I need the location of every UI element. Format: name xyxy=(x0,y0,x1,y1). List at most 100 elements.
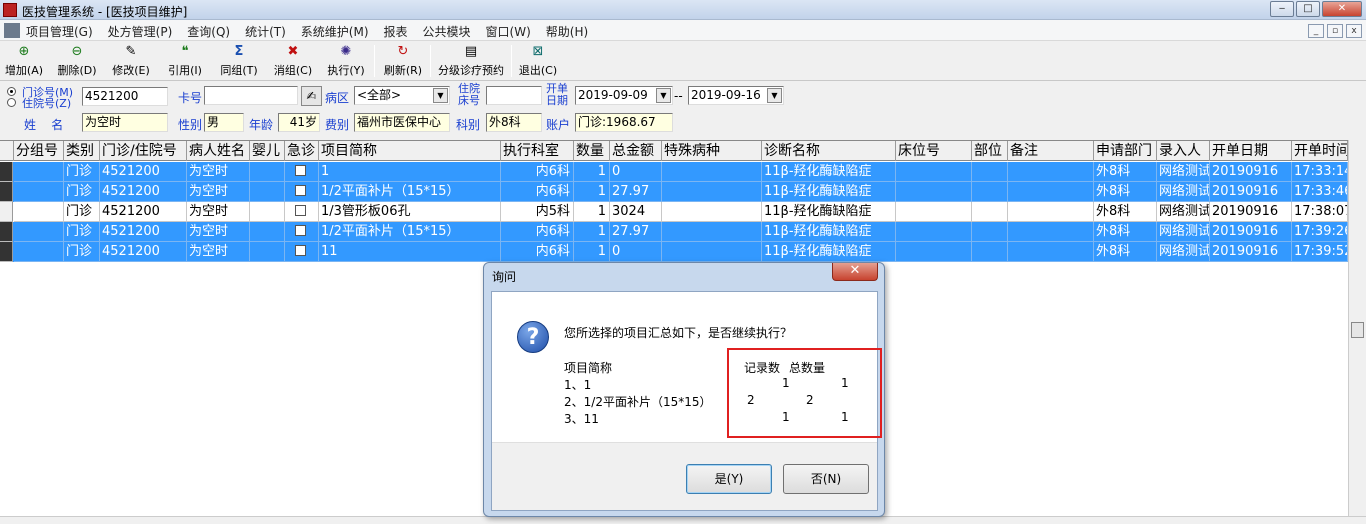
operator-cell[interactable]: 网络测试 xyxy=(1157,202,1210,222)
execute-button[interactable]: ✺ 执行(Y) xyxy=(323,44,369,78)
emergency-checkbox[interactable] xyxy=(295,165,306,176)
apply-dept-cell[interactable]: 外8科 xyxy=(1094,162,1157,182)
special-disease-cell[interactable] xyxy=(662,162,762,182)
infant-cell[interactable] xyxy=(250,182,285,202)
column-header[interactable]: 总金额 xyxy=(610,141,662,161)
quantity-cell[interactable]: 1 xyxy=(574,182,610,202)
quote-button[interactable]: ❝ 引用(I) xyxy=(162,44,208,78)
open-date-cell[interactable]: 20190916 xyxy=(1210,202,1292,222)
emergency-checkbox[interactable] xyxy=(295,185,306,196)
inpatient-radio[interactable] xyxy=(7,98,16,107)
group-no-cell[interactable] xyxy=(14,162,64,182)
bed-cell[interactable] xyxy=(896,162,972,182)
diagnosis-cell[interactable]: 11β-羟化酶缺陷症 xyxy=(762,222,896,242)
item-name-cell[interactable]: 11 xyxy=(319,242,501,262)
infant-cell[interactable] xyxy=(250,242,285,262)
operator-cell[interactable]: 网络测试 xyxy=(1157,222,1210,242)
menu-item-help[interactable]: 帮助(H) xyxy=(546,23,588,40)
menu-item-project[interactable]: 项目管理(G) xyxy=(26,23,93,40)
column-header[interactable]: 病人姓名 xyxy=(187,141,250,161)
patient-name-cell[interactable]: 为空时 xyxy=(187,242,250,262)
column-header[interactable]: 诊断名称 xyxy=(762,141,896,161)
date-from-picker[interactable]: 2019-09-09 ▼ xyxy=(575,86,673,105)
mdi-minimize-button[interactable]: _ xyxy=(1308,24,1324,38)
group-no-cell[interactable] xyxy=(14,182,64,202)
quantity-cell[interactable]: 1 xyxy=(574,242,610,262)
category-cell[interactable]: 门诊 xyxy=(64,162,100,182)
column-header[interactable]: 开单时间 xyxy=(1292,141,1348,161)
infant-cell[interactable] xyxy=(250,162,285,182)
open-date-cell[interactable]: 20190916 xyxy=(1210,162,1292,182)
menu-item-system[interactable]: 系统维护(M) xyxy=(301,23,369,40)
table-row[interactable]: 门诊 4521200 为空时 1/3管形板06孔 内5科 1 3024 11β-羟化酶缺陷症 外… xyxy=(0,202,1348,222)
patient-name-cell[interactable]: 为空时 xyxy=(187,222,250,242)
diagnosis-cell[interactable]: 11β-羟化酶缺陷症 xyxy=(762,242,896,262)
body-part-cell[interactable] xyxy=(972,162,1008,182)
item-name-cell[interactable]: 1 xyxy=(319,162,501,182)
quantity-cell[interactable]: 1 xyxy=(574,162,610,182)
category-cell[interactable]: 门诊 xyxy=(64,242,100,262)
bed-cell[interactable] xyxy=(896,182,972,202)
group-no-cell[interactable] xyxy=(14,242,64,262)
menu-item-report[interactable]: 报表 xyxy=(384,23,408,40)
row-indicator[interactable] xyxy=(0,202,13,222)
operator-cell[interactable]: 网络测试 xyxy=(1157,242,1210,262)
diagnosis-cell[interactable]: 11β-羟化酶缺陷症 xyxy=(762,202,896,222)
date-to-picker[interactable]: 2019-09-16 ▼ xyxy=(688,86,784,105)
emergency-cell[interactable] xyxy=(285,182,319,202)
open-date-cell[interactable]: 20190916 xyxy=(1210,222,1292,242)
item-name-cell[interactable]: 1/2平面补片（15*15） xyxy=(319,182,501,202)
infant-cell[interactable] xyxy=(250,222,285,242)
remark-cell[interactable] xyxy=(1008,162,1094,182)
category-cell[interactable]: 门诊 xyxy=(64,222,100,242)
exec-dept-cell[interactable]: 内6科 xyxy=(501,222,574,242)
ungroup-button[interactable]: ✖ 消组(C) xyxy=(270,44,316,78)
apply-dept-cell[interactable]: 外8科 xyxy=(1094,222,1157,242)
special-disease-cell[interactable] xyxy=(662,222,762,242)
column-header[interactable]: 执行科室 xyxy=(501,141,574,161)
group-no-cell[interactable] xyxy=(14,202,64,222)
item-name-cell[interactable]: 1/3管形板06孔 xyxy=(319,202,501,222)
item-name-cell[interactable]: 1/2平面补片（15*15） xyxy=(319,222,501,242)
column-header[interactable]: 录入人 xyxy=(1157,141,1210,161)
body-part-cell[interactable] xyxy=(972,182,1008,202)
open-time-cell[interactable]: 17:33:14 xyxy=(1292,162,1348,182)
amount-cell[interactable]: 3024 xyxy=(610,202,662,222)
open-time-cell[interactable]: 17:39:52 xyxy=(1292,242,1348,262)
table-row[interactable]: 门诊 4521200 为空时 11 内6科 1 0 11β-羟化酶缺陷症 外8科 网络测试 2019… xyxy=(0,242,1348,262)
special-disease-cell[interactable] xyxy=(662,202,762,222)
bed-cell[interactable] xyxy=(896,202,972,222)
exec-dept-cell[interactable]: 内6科 xyxy=(501,242,574,262)
patient-no-cell[interactable]: 4521200 xyxy=(100,202,187,222)
dialog-close-button[interactable]: ✕ xyxy=(832,263,878,281)
column-header[interactable]: 床位号 xyxy=(896,141,972,161)
patient-name-cell[interactable]: 为空时 xyxy=(187,182,250,202)
bed-cell[interactable] xyxy=(896,242,972,262)
emergency-checkbox[interactable] xyxy=(295,245,306,256)
remark-cell[interactable] xyxy=(1008,182,1094,202)
column-header[interactable]: 急诊 xyxy=(285,141,319,161)
amount-cell[interactable]: 0 xyxy=(610,162,662,182)
exec-dept-cell[interactable]: 内6科 xyxy=(501,162,574,182)
chevron-down-icon[interactable]: ▼ xyxy=(767,88,782,103)
table-row[interactable]: 门诊 4521200 为空时 1/2平面补片（15*15） 内6科 1 27.97 11β-羟… xyxy=(0,222,1348,242)
amount-cell[interactable]: 27.97 xyxy=(610,222,662,242)
column-header[interactable]: 婴儿 xyxy=(250,141,285,161)
exec-dept-cell[interactable]: 内6科 xyxy=(501,182,574,202)
patient-no-cell[interactable]: 4521200 xyxy=(100,242,187,262)
exec-dept-cell[interactable]: 内5科 xyxy=(501,202,574,222)
emergency-checkbox[interactable] xyxy=(295,225,306,236)
column-header[interactable]: 类别 xyxy=(64,141,100,161)
mdi-restore-button[interactable]: ▫ xyxy=(1327,24,1343,38)
operator-cell[interactable]: 网络测试 xyxy=(1157,162,1210,182)
row-indicator[interactable] xyxy=(0,242,13,262)
ward-select[interactable]: <全部> ▼ xyxy=(354,86,450,105)
diagnosis-cell[interactable]: 11β-羟化酶缺陷症 xyxy=(762,182,896,202)
maximize-button[interactable]: □ xyxy=(1296,1,1320,17)
mdi-document-icon[interactable] xyxy=(4,23,20,38)
special-disease-cell[interactable] xyxy=(662,242,762,262)
column-header[interactable]: 分组号 xyxy=(14,141,64,161)
remark-cell[interactable] xyxy=(1008,222,1094,242)
emergency-cell[interactable] xyxy=(285,222,319,242)
outpatient-radio[interactable] xyxy=(7,87,16,96)
